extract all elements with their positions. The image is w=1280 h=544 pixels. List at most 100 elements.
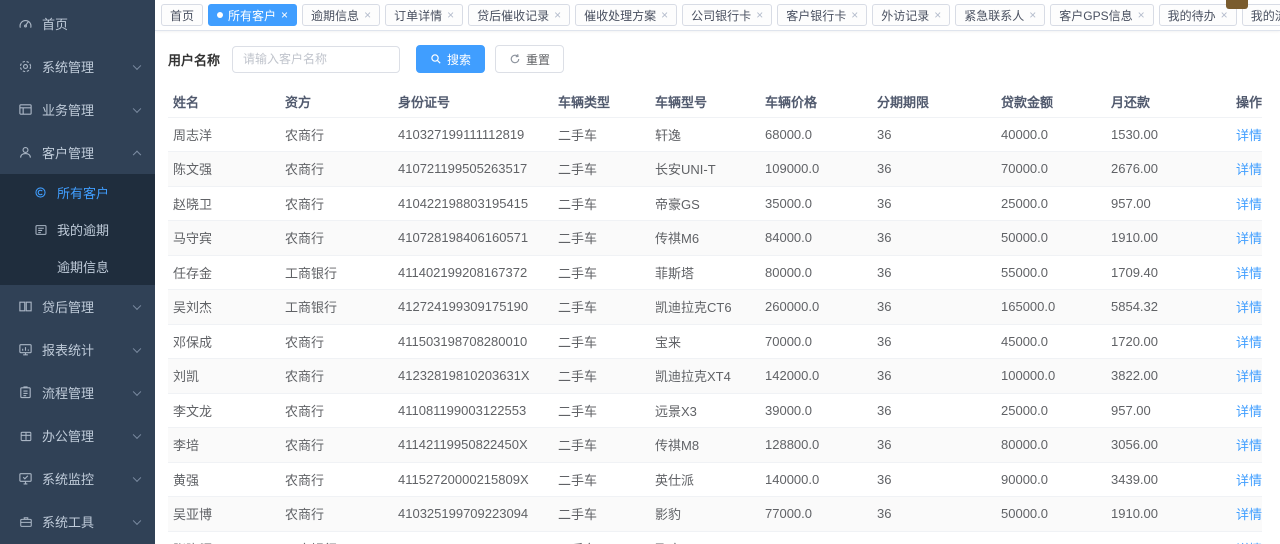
cell-id-number: 411402199208167372 [393,255,553,290]
tab-label: 我的待办 [1168,7,1216,24]
sidebar-item-home[interactable]: 首页 [0,2,155,45]
reset-button[interactable]: 重置 [495,45,564,73]
tab-order-detail[interactable]: 订单详情× [385,4,463,26]
cell-action: 详情 [1224,428,1262,463]
cell-id-number: 410325199709223094 [393,497,553,532]
cell-installment-term: 36 [872,290,996,325]
tab-company-bank-card[interactable]: 公司银行卡× [682,4,772,26]
close-icon[interactable]: × [934,9,941,21]
cell-monthly-payment: 1910.00 [1106,221,1224,256]
monitor-icon [18,471,33,486]
sidebar-item-label: 系统监控 [42,469,94,488]
sidebar: 首页系统管理业务管理客户管理所有客户我的逾期逾期信息贷后管理报表统计流程管理办公… [0,0,155,544]
cell-loan-amount: 80000.0 [996,428,1106,463]
detail-link[interactable]: 详情 [1236,404,1262,419]
chevron-down-icon [133,516,141,524]
cell-monthly-payment: 957.00 [1106,393,1224,428]
cell-action: 详情 [1224,359,1262,394]
close-icon[interactable]: × [756,9,763,21]
detail-link[interactable]: 详情 [1236,128,1262,143]
sidebar-item-overdue-info[interactable]: 逾期信息 [0,248,155,285]
detail-link[interactable]: 详情 [1236,266,1262,281]
tab-home[interactable]: 首页 [161,4,203,26]
close-icon[interactable]: × [1138,9,1145,21]
sidebar-item-business[interactable]: 业务管理 [0,88,155,131]
search-button[interactable]: 搜索 [416,45,485,73]
tab-my-todo[interactable]: 我的待办 × [1159,4,1237,26]
cell-vehicle-type: 二手车 [553,393,650,428]
close-icon[interactable]: × [1221,9,1228,21]
cell-vehicle-type: 二手车 [553,359,650,394]
close-icon[interactable]: × [364,9,371,21]
sidebar-item-post-loan[interactable]: 贷后管理 [0,285,155,328]
chevron-down-icon [133,387,141,395]
cell-monthly-payment: 1709.40 [1106,255,1224,290]
cell-monthly-payment: 3822.00 [1106,359,1224,394]
sidebar-item-customer[interactable]: 客户管理 [0,131,155,174]
cell-loan-amount: 50000.0 [996,221,1106,256]
detail-link[interactable]: 详情 [1236,369,1262,384]
cell-id-number: 410728198406160571 [393,221,553,256]
close-icon[interactable]: × [1029,9,1036,21]
tab-customer-gps[interactable]: 客户GPS信息× [1050,4,1153,26]
cell-monthly-payment [1106,531,1224,544]
cell-vehicle-price: 68000.0 [760,117,872,152]
cell-funder: 农商行 [280,186,393,221]
detail-link[interactable]: 详情 [1236,438,1262,453]
cell-monthly-payment: 5854.32 [1106,290,1224,325]
tab-bar: 首页所有客户×逾期信息×订单详情×贷后催收记录×催收处理方案×公司银行卡×客户银… [155,0,1280,31]
cell-action: 详情 [1224,152,1262,187]
tab-emergency-contacts[interactable]: 紧急联系人× [955,4,1045,26]
sidebar-item-my-overdue[interactable]: 我的逾期 [0,211,155,248]
sidebar-item-monitor[interactable]: 系统监控 [0,457,155,500]
close-icon[interactable]: × [281,9,288,21]
sidebar-item-label: 客户管理 [42,143,94,162]
cell-vehicle-model: 凯迪拉克CT6 [650,290,760,325]
customer-table: 姓名资方身份证号车辆类型车辆型号车辆价格分期期限贷款金额月还款操作 周志洋农商行… [168,86,1262,544]
cell-loan-amount: 100000.0 [996,359,1106,394]
sidebar-item-all-customers[interactable]: 所有客户 [0,174,155,211]
detail-link[interactable]: 详情 [1236,162,1262,177]
close-icon[interactable]: × [851,9,858,21]
detail-link[interactable]: 详情 [1236,473,1262,488]
cell-monthly-payment: 1910.00 [1106,497,1224,532]
tab-overdue-info[interactable]: 逾期信息 × [302,4,380,26]
close-icon[interactable]: × [661,9,668,21]
table-row: 马守宾农商行410728198406160571二手车传祺M684000.036… [168,221,1262,256]
tab-collection-records[interactable]: 贷后催收记录× [468,4,570,26]
cell-vehicle-type: 二手车 [553,152,650,187]
tab-all-customers[interactable]: 所有客户× [208,4,297,26]
avatar[interactable] [1226,0,1248,9]
cell-vehicle-price: 84000.0 [760,221,872,256]
sidebar-item-tools[interactable]: 系统工具 [0,500,155,543]
sidebar-item-reports[interactable]: 报表统计 [0,328,155,371]
cell-funder: 农商行 [280,462,393,497]
tab-collection-plan[interactable]: 催收处理方案× [575,4,677,26]
cell-installment-term: 36 [872,186,996,221]
detail-link[interactable]: 详情 [1236,335,1262,350]
tab-label: 逾期信息 [311,7,359,24]
close-icon[interactable]: × [447,9,454,21]
tab-visit-records[interactable]: 外访记录× [872,4,950,26]
detail-link[interactable]: 详情 [1236,300,1262,315]
detail-link[interactable]: 详情 [1236,197,1262,212]
cell-installment-term: 36 [872,359,996,394]
cell-loan-amount: 90000.0 [996,462,1106,497]
column-header-vehicle-price: 车辆价格 [760,86,872,117]
cell-name: 黄强 [168,462,280,497]
table-row: 张晓辉工商银行二手车飞度详情 [168,531,1262,544]
detail-link[interactable]: 详情 [1236,507,1262,522]
sidebar-item-process[interactable]: 流程管理 [0,371,155,414]
chevron-down-icon [133,61,141,69]
search-input[interactable] [232,46,400,73]
cell-installment-term [872,531,996,544]
tab-customer-bank-card[interactable]: 客户银行卡× [777,4,867,26]
sidebar-item-system[interactable]: 系统管理 [0,45,155,88]
cell-funder: 农商行 [280,324,393,359]
cell-action: 详情 [1224,117,1262,152]
sidebar-item-office[interactable]: 办公管理 [0,414,155,457]
cell-vehicle-price: 35000.0 [760,186,872,221]
detail-link[interactable]: 详情 [1236,231,1262,246]
close-icon[interactable]: × [554,9,561,21]
sidebar-item-label: 所有客户 [57,183,109,202]
